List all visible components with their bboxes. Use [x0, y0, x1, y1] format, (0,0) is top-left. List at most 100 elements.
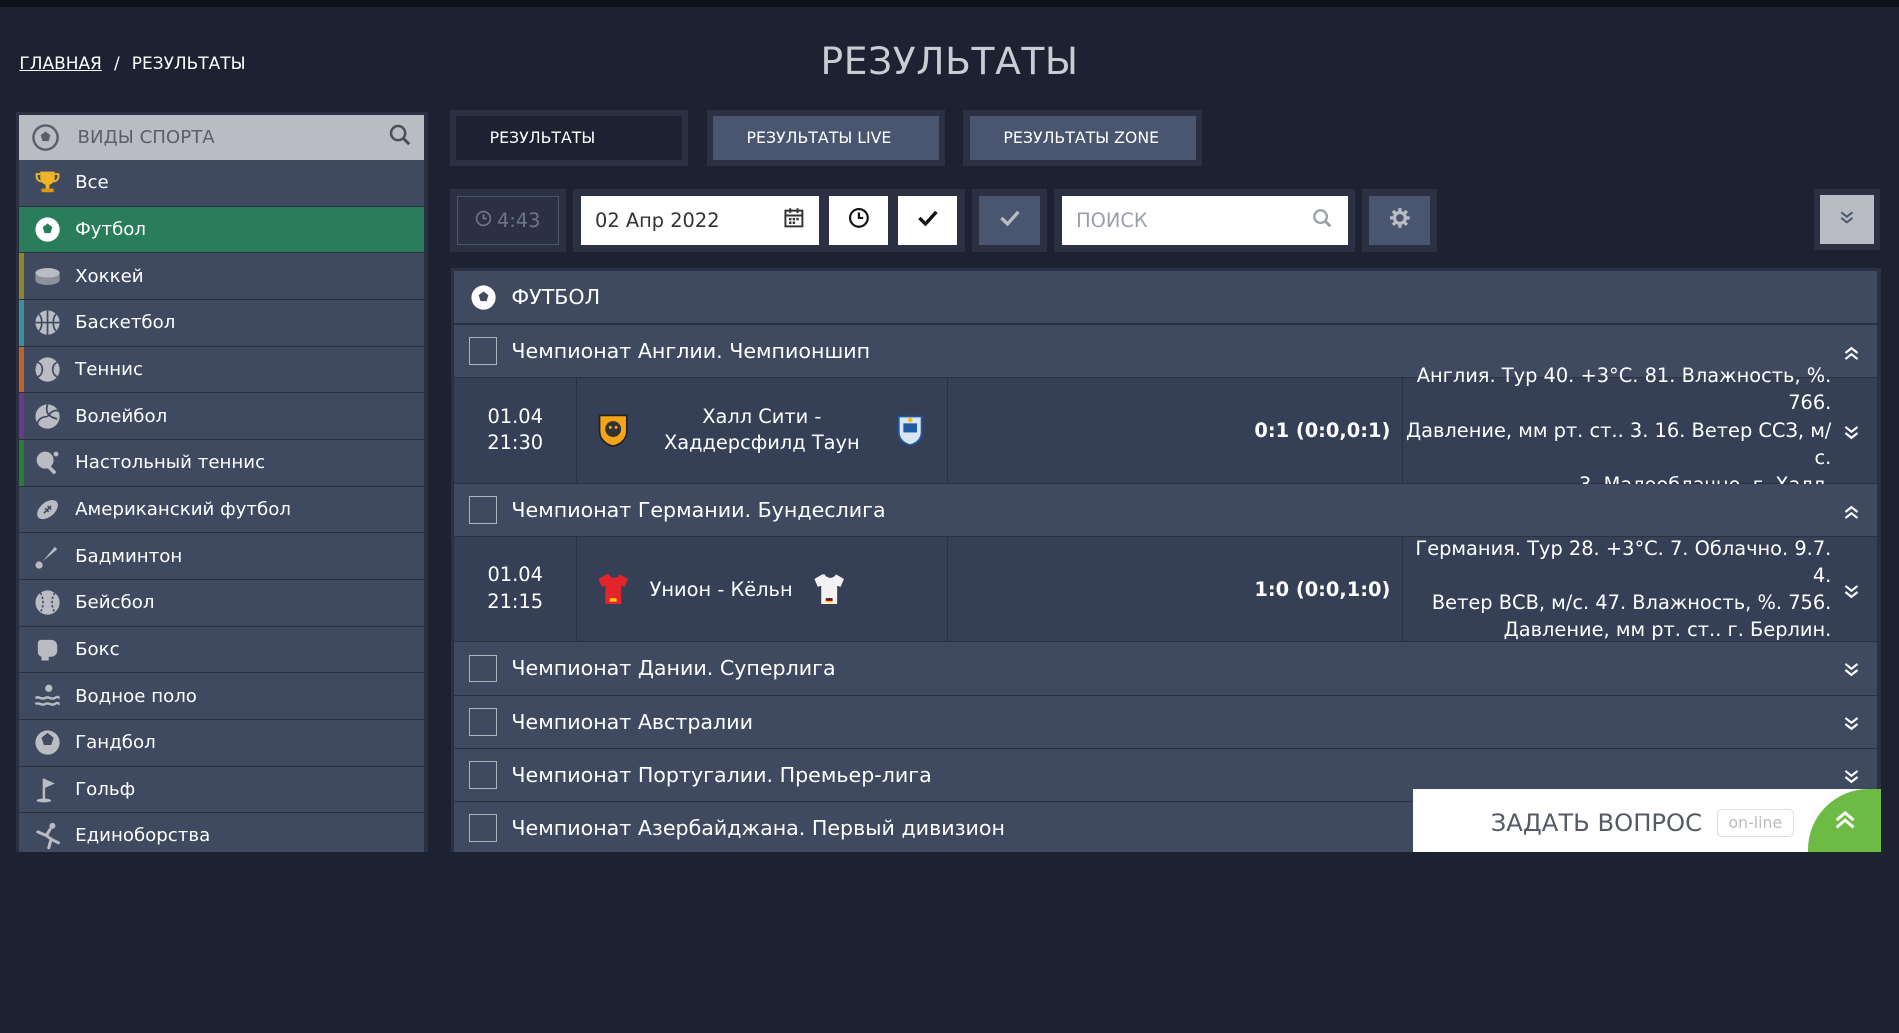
sidebar-item-label: Гандбол — [75, 732, 156, 754]
results-tabs: РЕЗУЛЬТАТЫ РЕЗУЛЬТАТЫ LIVE РЕЗУЛЬТАТЫ ZO… — [449, 110, 1203, 166]
league-checkbox[interactable] — [469, 707, 497, 736]
select-all-button[interactable] — [979, 196, 1040, 245]
handball-icon — [31, 727, 63, 759]
match-date: 01.04 — [487, 563, 543, 587]
apply-date-button[interactable] — [898, 196, 958, 245]
league-checkbox[interactable] — [469, 814, 497, 843]
check-icon — [917, 207, 939, 234]
search-icon[interactable] — [1312, 208, 1333, 234]
match-info: Англия. Тур 40. +3°C. 81. Влажность, %. … — [1403, 364, 1877, 496]
league-name: Чемпионат Португалии. Премьер-лига — [511, 763, 932, 788]
league-checkbox[interactable] — [469, 337, 497, 365]
date-value: 02 Апр 2022 — [595, 209, 720, 233]
team-home: Халл Сити - — [702, 404, 822, 428]
ask-question-widget[interactable]: ЗАДАТЬ ВОПРОС on-line — [1413, 789, 1882, 853]
calendar-icon[interactable] — [783, 207, 805, 234]
sport-header[interactable]: ФУТБОЛ — [454, 271, 1878, 325]
league-row[interactable]: Чемпионат Австралии — [454, 695, 1878, 749]
sidebar-item-football[interactable]: Футбол — [19, 206, 425, 254]
match-teams: Халл Сити - Хаддерсфилд Таун — [577, 378, 948, 483]
sidebar-item-label: Баскетбол — [75, 312, 176, 334]
check-icon — [999, 207, 1021, 234]
sidebar-item-all[interactable]: Все — [19, 159, 425, 207]
collapse-all-button[interactable] — [1820, 195, 1874, 244]
soccer-ball-icon — [469, 283, 498, 312]
sport-color-stripe — [19, 346, 25, 393]
date-controls: 02 Апр 2022 — [573, 189, 965, 253]
team-kit-koln — [810, 570, 849, 609]
tab-results-live[interactable]: РЕЗУЛЬТАТЫ LIVE — [706, 110, 946, 166]
settings-box — [1362, 189, 1438, 253]
search-icon[interactable] — [388, 123, 412, 152]
sidebar-item-volleyball[interactable]: Волейбол — [19, 393, 425, 440]
search-input[interactable]: ПОИСК — [1061, 196, 1348, 245]
settings-button[interactable] — [1369, 196, 1430, 245]
sidebar-item-boxing[interactable]: Бокс — [19, 626, 425, 674]
chevron-down-icon[interactable] — [1843, 660, 1860, 677]
chevron-up-icon[interactable] — [1843, 342, 1860, 360]
sidebar-item-label: Настольный теннис — [75, 452, 266, 474]
expand-chat-button[interactable] — [1808, 789, 1882, 853]
golf-flag-icon — [31, 774, 63, 806]
date-input[interactable]: 02 Апр 2022 — [580, 196, 820, 245]
sidebar-item-martial-arts[interactable]: Единоборства — [19, 813, 425, 853]
sidebar-item-handball[interactable]: Гандбол — [19, 719, 425, 767]
match-date: 01.04 — [487, 404, 543, 428]
match-info-line: Германия. Тур 28. +3°C. 7. Облачно. 9.7.… — [1415, 536, 1832, 587]
match-time: 21:15 — [487, 590, 544, 614]
soccer-ball-icon — [31, 214, 63, 246]
chevron-down-icon[interactable] — [1843, 581, 1860, 599]
league-row[interactable]: Чемпионат Германии. Бундеслига — [454, 483, 1878, 537]
league-name: Чемпионат Азербайджана. Первый дивизион — [511, 816, 1005, 841]
sport-color-stripe — [19, 253, 25, 299]
baseball-icon — [31, 587, 63, 619]
tab-results-zone[interactable]: РЕЗУЛЬТАТЫ ZONE — [963, 110, 1203, 166]
hockey-puck-icon — [31, 260, 63, 292]
chevron-down-icon[interactable] — [1843, 767, 1860, 784]
sidebar-item-label: Единоборства — [75, 825, 211, 847]
league-row[interactable]: Чемпионат Дании. Суперлига — [454, 642, 1878, 696]
match-row[interactable]: 01.04 21:30 Халл Сити - Хаддерсфилд Таун… — [454, 364, 1878, 496]
sidebar-item-golf[interactable]: Гольф — [19, 766, 425, 814]
sidebar-item-table-tennis[interactable]: Настольный теннис — [19, 439, 425, 487]
league-checkbox[interactable] — [469, 761, 497, 789]
sidebar-item-tennis[interactable]: Теннис — [19, 346, 425, 394]
chevron-down-icon[interactable] — [1843, 422, 1860, 440]
sports-search-label: ВИДЫ СПОРТА — [77, 127, 215, 149]
match-teams: Унион - Кёльн — [577, 536, 948, 642]
match-datetime: 01.04 21:15 — [454, 536, 577, 642]
league-name: Чемпионат Германии. Бундеслига — [511, 497, 886, 522]
refresh-timer[interactable]: 4:43 — [456, 196, 559, 245]
sports-sidebar: ВИДЫ СПОРТА Все Футбол Хоккей Баскетбол … — [15, 111, 428, 853]
sports-search[interactable]: ВИДЫ СПОРТА — [19, 115, 425, 160]
league-checkbox[interactable] — [469, 495, 497, 524]
match-teams-text: Унион - Кёльн — [649, 577, 793, 601]
sidebar-item-badminton[interactable]: Бадминтон — [19, 533, 425, 580]
chevron-down-icon[interactable] — [1843, 713, 1860, 731]
sidebar-item-label: Гольф — [75, 778, 136, 800]
online-badge: on-line — [1716, 808, 1795, 838]
ask-question-label: ЗАДАТЬ ВОПРОС — [1490, 808, 1703, 838]
match-row[interactable]: 01.04 21:15 Унион - Кёльн 1:0 (0:0,1:0) … — [454, 536, 1878, 643]
results-panel: ФУТБОЛ Чемпионат Англии. Чемпионшип 01.0… — [450, 267, 1882, 853]
basketball-icon — [31, 307, 63, 339]
sidebar-item-basketball[interactable]: Баскетбол — [19, 299, 425, 347]
sidebar-item-american-football[interactable]: Американский футбол — [19, 486, 425, 534]
check-box — [971, 189, 1048, 253]
water-polo-icon — [31, 680, 63, 712]
sidebar-item-label: Теннис — [75, 358, 143, 380]
double-chevron-up-icon — [1833, 808, 1857, 838]
tab-label: РЕЗУЛЬТАТЫ — [455, 116, 683, 160]
sports-list: Все Футбол Хоккей Баскетбол Теннис Волей… — [19, 159, 425, 853]
sidebar-item-baseball[interactable]: Бейсбол — [19, 579, 425, 627]
league-checkbox[interactable] — [469, 654, 497, 683]
tennis-ball-icon — [31, 354, 63, 386]
sidebar-item-label: Бадминтон — [75, 545, 183, 567]
table-tennis-icon — [31, 447, 63, 479]
league-name: Чемпионат Австралии — [511, 709, 753, 734]
chevron-up-icon[interactable] — [1843, 501, 1860, 519]
sidebar-item-hockey[interactable]: Хоккей — [19, 253, 425, 300]
tab-results[interactable]: РЕЗУЛЬТАТЫ — [449, 110, 689, 166]
sidebar-item-water-polo[interactable]: Водное поло — [19, 673, 425, 720]
time-filter-button[interactable] — [828, 196, 889, 245]
